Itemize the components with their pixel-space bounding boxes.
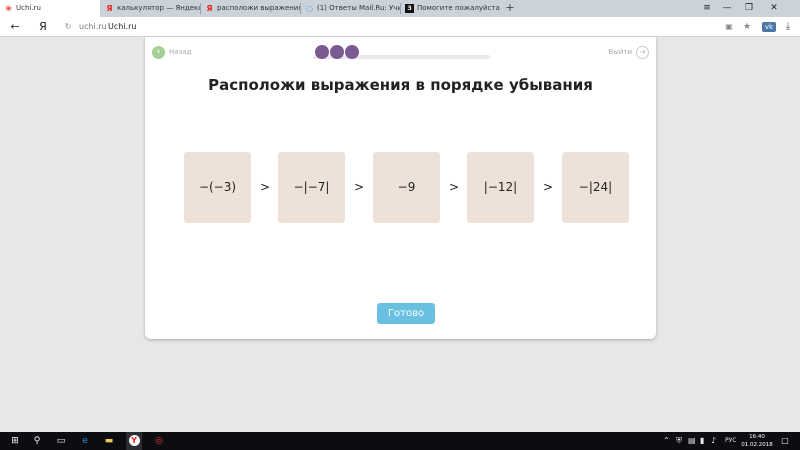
greater-than-sign: > bbox=[448, 180, 460, 194]
address-bar: ← Я ↻ uchi.ru Uchi.ru ▣ ★ vk ⤓ bbox=[0, 17, 800, 37]
tab-search[interactable]: Я расположи выражения в п bbox=[201, 0, 300, 17]
exit-label: Выйти bbox=[608, 48, 632, 56]
chevron-left-icon: ‹ bbox=[152, 45, 165, 59]
uchi-icon: ❀ bbox=[5, 4, 12, 13]
language-indicator[interactable]: РУС bbox=[725, 432, 736, 450]
expression-card[interactable]: −9 bbox=[373, 152, 440, 223]
url-page-title[interactable]: Uchi.ru bbox=[108, 17, 136, 37]
bookmark-star-icon[interactable]: ★ bbox=[741, 17, 753, 37]
battery-icon[interactable]: ▮ bbox=[700, 432, 704, 450]
expression-card[interactable]: |−12| bbox=[467, 152, 534, 223]
tab-label: Помогите пожалуйста!!! Ра bbox=[417, 4, 500, 12]
greater-than-sign: > bbox=[259, 180, 271, 194]
url-host[interactable]: uchi.ru bbox=[79, 17, 107, 37]
yandex-icon[interactable]: Я bbox=[36, 17, 50, 37]
download-icon[interactable]: ▣ bbox=[723, 17, 735, 37]
page-background: ‹ Назад Выйти ⇥ Расположи выражения в по… bbox=[0, 37, 800, 432]
tab-label: калькулятор — Яндекс: наш bbox=[117, 4, 200, 12]
back-arrow-icon[interactable]: ← bbox=[6, 17, 24, 37]
tab-label: расположи выражения в п bbox=[217, 4, 300, 12]
exit-button[interactable]: Выйти ⇥ bbox=[608, 45, 649, 59]
file-explorer-icon[interactable]: ▬ bbox=[102, 432, 116, 450]
vk-icon[interactable]: vk bbox=[762, 22, 776, 32]
reload-icon[interactable]: ↻ bbox=[62, 17, 74, 37]
minimize-button[interactable]: — bbox=[717, 0, 737, 17]
download-arrow-icon[interactable]: ⤓ bbox=[782, 17, 794, 37]
new-tab-button[interactable]: + bbox=[503, 0, 517, 17]
mailru-icon: ◌ bbox=[306, 4, 313, 13]
browser-tab-bar: ❀ Uchi.ru Я калькулятор — Яндекс: наш Я … bbox=[0, 0, 800, 18]
greater-than-sign: > bbox=[353, 180, 365, 194]
progress-dot bbox=[315, 45, 329, 59]
search-icon[interactable]: ⚲ bbox=[30, 432, 44, 450]
tab-label: (1) Ответы Mail.Ru: Учи. ру bbox=[317, 4, 400, 12]
lesson-card: ‹ Назад Выйти ⇥ Расположи выражения в по… bbox=[145, 37, 656, 339]
clock[interactable]: 16:40 01.02.2018 bbox=[740, 433, 774, 449]
chevron-up-icon[interactable]: ⌃ bbox=[663, 432, 670, 450]
yandex-icon: Я bbox=[106, 4, 113, 13]
menu-icon[interactable]: ≡ bbox=[697, 0, 717, 17]
znanija-icon: З bbox=[405, 4, 414, 13]
page-title: Расположи выражения в порядке убывания bbox=[208, 76, 593, 94]
back-label: Назад bbox=[169, 48, 192, 56]
tab-uchi[interactable]: ❀ Uchi.ru bbox=[0, 0, 100, 18]
expression-card[interactable]: −|24| bbox=[562, 152, 629, 223]
maximize-button[interactable]: ❐ bbox=[739, 0, 759, 17]
yandex-icon: Я bbox=[206, 4, 213, 13]
greater-than-sign: > bbox=[542, 180, 554, 194]
tab-label: Uchi.ru bbox=[16, 4, 41, 12]
tab-znanija[interactable]: З Помогите пожалуйста!!! Ра bbox=[401, 0, 500, 17]
task-view-icon[interactable]: ▭ bbox=[54, 432, 68, 450]
expression-card[interactable]: −(−3) bbox=[184, 152, 251, 223]
progress-dot bbox=[330, 45, 344, 59]
clock-time: 16:40 bbox=[749, 434, 765, 440]
back-button[interactable]: ‹ Назад bbox=[152, 45, 191, 59]
expression-card[interactable]: −|−7| bbox=[278, 152, 345, 223]
tab-mailru[interactable]: ◌ (1) Ответы Mail.Ru: Учи. ру bbox=[301, 0, 400, 17]
close-button[interactable]: ✕ bbox=[764, 0, 784, 17]
volume-icon[interactable]: ♪ bbox=[711, 432, 716, 450]
shield-icon[interactable]: ⛨ bbox=[676, 432, 682, 450]
edge-icon[interactable]: e bbox=[78, 432, 92, 450]
yandex-browser-icon[interactable]: Y bbox=[126, 432, 142, 450]
windows-taskbar: ⊞ ⚲ ▭ e ▬ Y ◎ ⌃ ⛨ ▤ ▮ ♪ РУС 16:40 01.02.… bbox=[0, 432, 800, 450]
windows-start-icon[interactable]: ⊞ bbox=[8, 432, 22, 450]
opera-icon[interactable]: ◎ bbox=[152, 432, 166, 450]
network-icon[interactable]: ▤ bbox=[688, 432, 696, 450]
tab-calculator[interactable]: Я калькулятор — Яндекс: наш bbox=[101, 0, 200, 17]
done-button[interactable]: Готово bbox=[377, 303, 435, 324]
exit-icon: ⇥ bbox=[636, 45, 649, 59]
progress-dot bbox=[345, 45, 359, 59]
notification-icon[interactable]: ▢ bbox=[778, 432, 792, 450]
clock-date: 01.02.2018 bbox=[741, 442, 773, 448]
